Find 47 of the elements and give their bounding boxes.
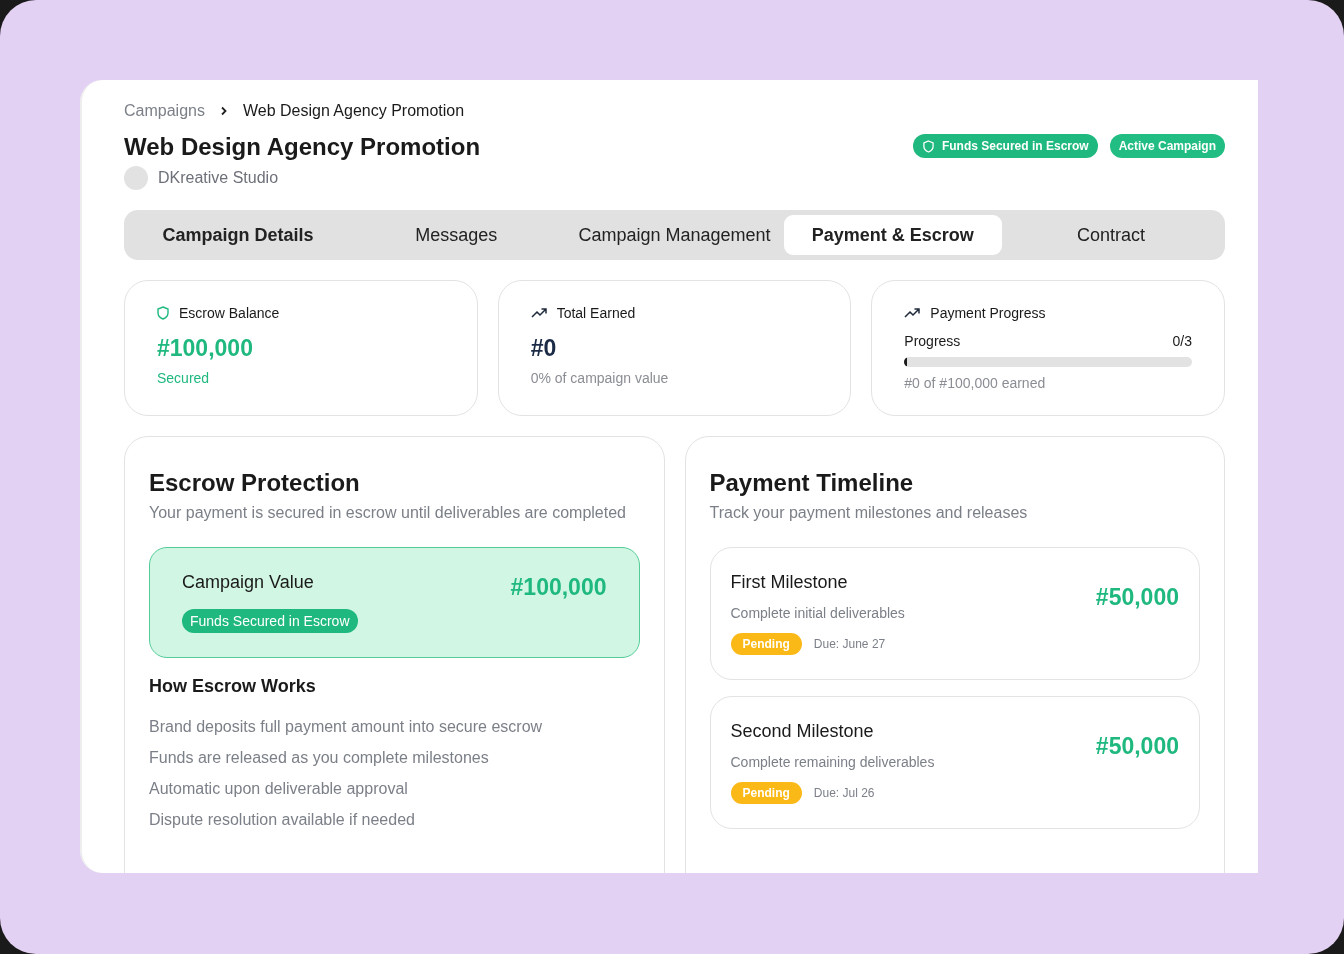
- stat-title: Payment Progress: [930, 305, 1046, 321]
- tab[interactable]: Campaign Management: [565, 215, 784, 255]
- trend-up-icon: [904, 308, 921, 318]
- due-date: Due: June 27: [813, 637, 886, 651]
- milestone-name: First Milestone: [730, 572, 848, 593]
- shield-icon: [157, 306, 169, 320]
- milestone-name: Second Milestone: [730, 721, 874, 742]
- status-badge: Funds Secured in Escrow: [912, 134, 1098, 158]
- step-text: Automatic upon deliverable approval: [149, 779, 409, 798]
- panel-title: Payment Timeline: [709, 469, 915, 497]
- progress-count: 0/3: [1172, 333, 1192, 349]
- status-badge: Pending: [730, 782, 802, 804]
- progress-label: Progress: [904, 333, 961, 349]
- campaign-value-amount: #100,000: [510, 574, 607, 602]
- due-date: Due: Jul 26: [813, 786, 875, 800]
- panel-subtitle: Track your payment milestones and releases: [709, 503, 1029, 523]
- stat-note: 0% of campaign value: [530, 370, 670, 386]
- stat-title: Total Earned: [556, 305, 636, 321]
- milestone-amount: #50,000: [1095, 584, 1179, 612]
- tab[interactable]: Campaign Details: [129, 215, 348, 255]
- milestone-description: Complete initial deliverables: [730, 605, 905, 621]
- status-badge: Pending: [730, 633, 802, 655]
- panel-subtitle: Your payment is secured in escrow until deliverables are completed: [149, 503, 627, 523]
- section-heading: How Escrow Works: [149, 676, 317, 697]
- escrow-tag: Funds Secured in Escrow: [182, 609, 358, 633]
- breadcrumb-link[interactable]: Campaigns: [124, 102, 205, 120]
- stat-value: #0: [530, 335, 558, 362]
- milestone-amount: #50,000: [1095, 733, 1179, 761]
- brand-name: DKreative Studio: [158, 169, 279, 187]
- stat-title: Escrow Balance: [179, 305, 280, 321]
- breadcrumb-current: Web Design Agency Promotion: [242, 102, 465, 120]
- tab[interactable]: Contract: [1001, 215, 1220, 255]
- step-text: Funds are released as you complete milestones: [149, 748, 490, 767]
- page-title: Web Design Agency Promotion: [124, 132, 481, 162]
- tab[interactable]: Payment & Escrow: [783, 215, 1002, 255]
- step-text: Brand deposits full payment amount into secure escrow: [149, 717, 544, 736]
- stat-value: #100,000: [157, 335, 254, 362]
- progress-note: #0 of #100,000 earned: [904, 375, 1047, 391]
- avatar: [124, 166, 148, 190]
- tab[interactable]: Messages: [347, 215, 566, 255]
- stat-note: Secured: [157, 370, 211, 386]
- trend-up-icon: [530, 308, 547, 318]
- status-badge: Active Campaign: [1109, 134, 1225, 158]
- milestone-description: Complete remaining deliverables: [730, 754, 935, 770]
- panel-title: Escrow Protection: [149, 469, 361, 497]
- step-text: Dispute resolution available if needed: [149, 810, 416, 829]
- campaign-value-label: Campaign Value: [182, 572, 314, 593]
